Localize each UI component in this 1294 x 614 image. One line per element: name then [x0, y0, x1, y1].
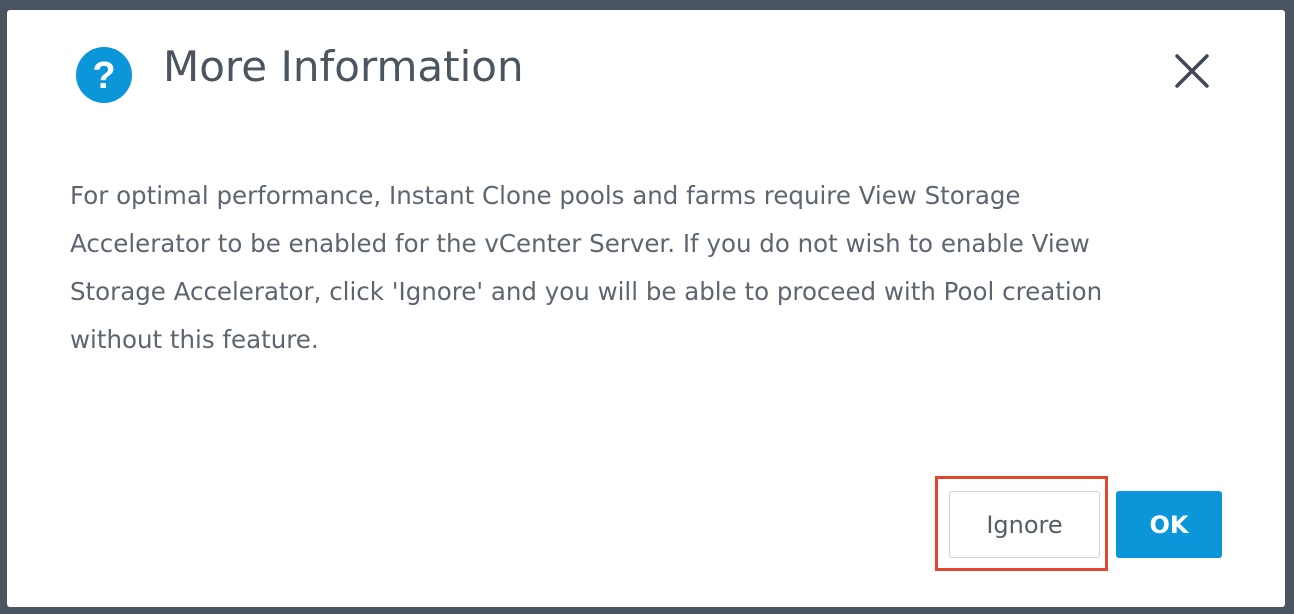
ok-button[interactable]: OK — [1116, 491, 1222, 558]
question-circle-icon: ? — [73, 44, 135, 106]
more-information-dialog: ? More Information For optimal performan… — [7, 10, 1285, 607]
close-icon — [1175, 54, 1209, 88]
close-button[interactable] — [1167, 46, 1217, 96]
dialog-message: For optimal performance, Instant Clone p… — [70, 181, 1103, 354]
ignore-button[interactable]: Ignore — [949, 491, 1100, 558]
svg-text:?: ? — [92, 55, 115, 97]
dialog-title: More Information — [163, 42, 524, 91]
